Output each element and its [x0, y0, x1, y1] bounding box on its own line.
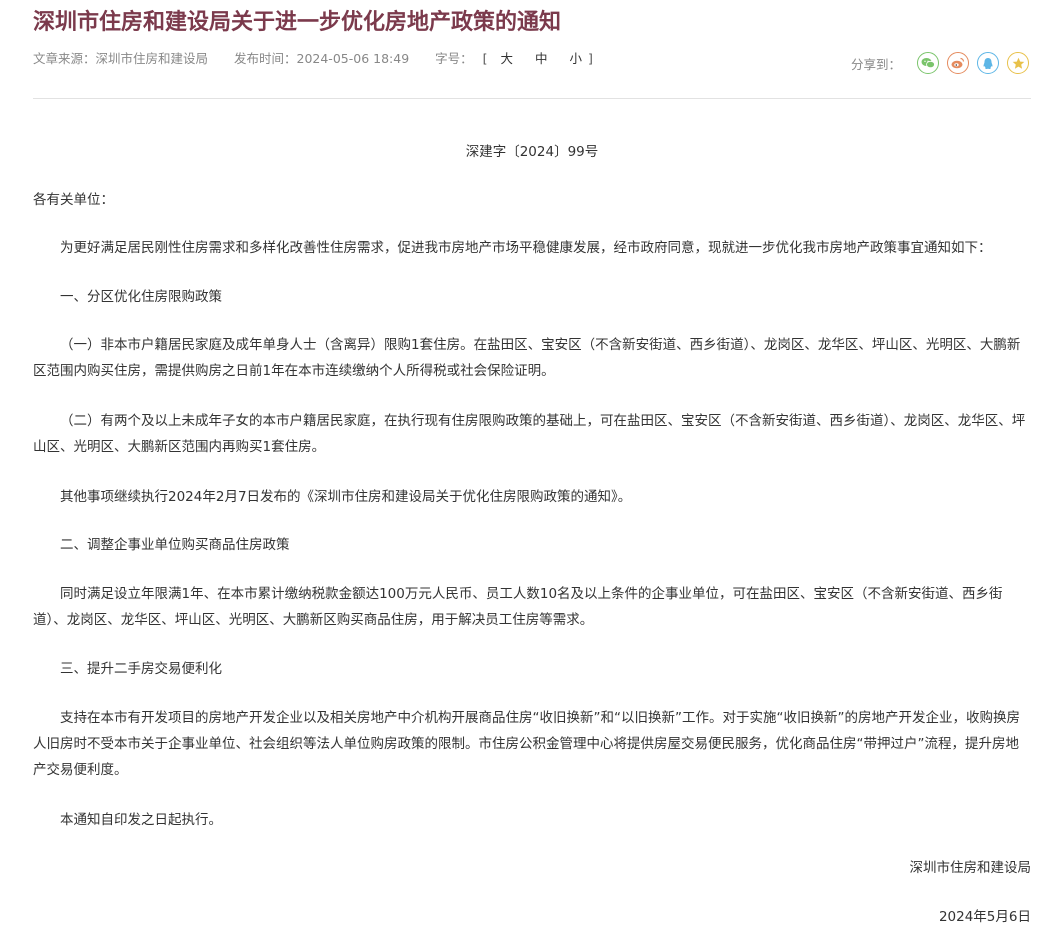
header-divider	[33, 98, 1031, 99]
salutation: 各有关单位：	[33, 192, 114, 208]
article-page: 深圳市住房和建设局关于进一步优化房地产政策的通知 文章来源：深圳市住房和建设局 …	[0, 0, 1059, 933]
font-size-label: 字号：	[435, 51, 473, 66]
font-size-large-button[interactable]: 大	[501, 48, 514, 67]
article-title: 深圳市住房和建设局关于进一步优化房地产政策的通知	[33, 10, 562, 35]
section3-title: 三、提升二手房交易便利化	[60, 661, 222, 677]
section1-other-paragraph: 其他事项继续执行2024年2月7日发布的《深圳市住房和建设局关于优化住房限购政策…	[60, 489, 632, 505]
weibo-icon	[951, 57, 965, 69]
signature: 深圳市住房和建设局	[909, 860, 1032, 876]
font-size-medium-button[interactable]: 中	[535, 48, 548, 67]
section1-title: 一、分区优化住房限购政策	[60, 289, 222, 305]
font-size-small-button[interactable]: 小	[570, 48, 583, 67]
section1-item1-paragraph: （一）非本市户籍居民家庭及成年单身人士（含离异）限购1套住房。在盐田区、宝安区（…	[33, 337, 1021, 379]
intro-paragraph: 为更好满足居民刚性住房需求和多样化改善性住房需求，促进我市房地产市场平稳健康发展…	[60, 240, 992, 256]
article-source: 文章来源：深圳市住房和建设局	[33, 51, 209, 66]
favorite-icon	[1012, 57, 1024, 69]
font-size-bracket-open: [	[482, 51, 488, 66]
section2-paragraph: 同时满足设立年限满1年、在本市累计缴纳税款金额达100万元人民币、员工人数10名…	[33, 586, 1003, 628]
section2-title: 二、调整企事业单位购买商品住房政策	[60, 537, 290, 553]
share-bar: 分享到：	[851, 52, 1029, 74]
wechat-icon	[921, 58, 935, 69]
issue-date: 2024年5月6日	[938, 909, 1031, 925]
effective-paragraph: 本通知自印发之日起执行。	[60, 812, 222, 828]
share-favorite-button[interactable]	[1007, 52, 1029, 74]
section1-item2-paragraph: （二）有两个及以上未成年子女的本市户籍居民家庭，在执行现有住房限购政策的基础上，…	[33, 413, 1026, 455]
share-weibo-button[interactable]	[947, 52, 969, 74]
font-size-bracket-close: ]	[588, 51, 593, 66]
share-label: 分享到：	[850, 56, 901, 72]
share-qq-button[interactable]	[977, 52, 999, 74]
publish-time: 发布时间：2024-05-06 18:49	[234, 51, 410, 66]
share-wechat-button[interactable]	[917, 52, 939, 74]
article-meta: 文章来源：深圳市住房和建设局 发布时间：2024-05-06 18:49 字号：…	[33, 48, 593, 67]
qq-icon	[983, 57, 993, 69]
section3-paragraph: 支持在本市有开发项目的房地产开发企业以及相关房地产中介机构开展商品住房“收旧换新…	[33, 710, 1020, 778]
document-number: 深建字〔2024〕99号	[465, 144, 599, 160]
